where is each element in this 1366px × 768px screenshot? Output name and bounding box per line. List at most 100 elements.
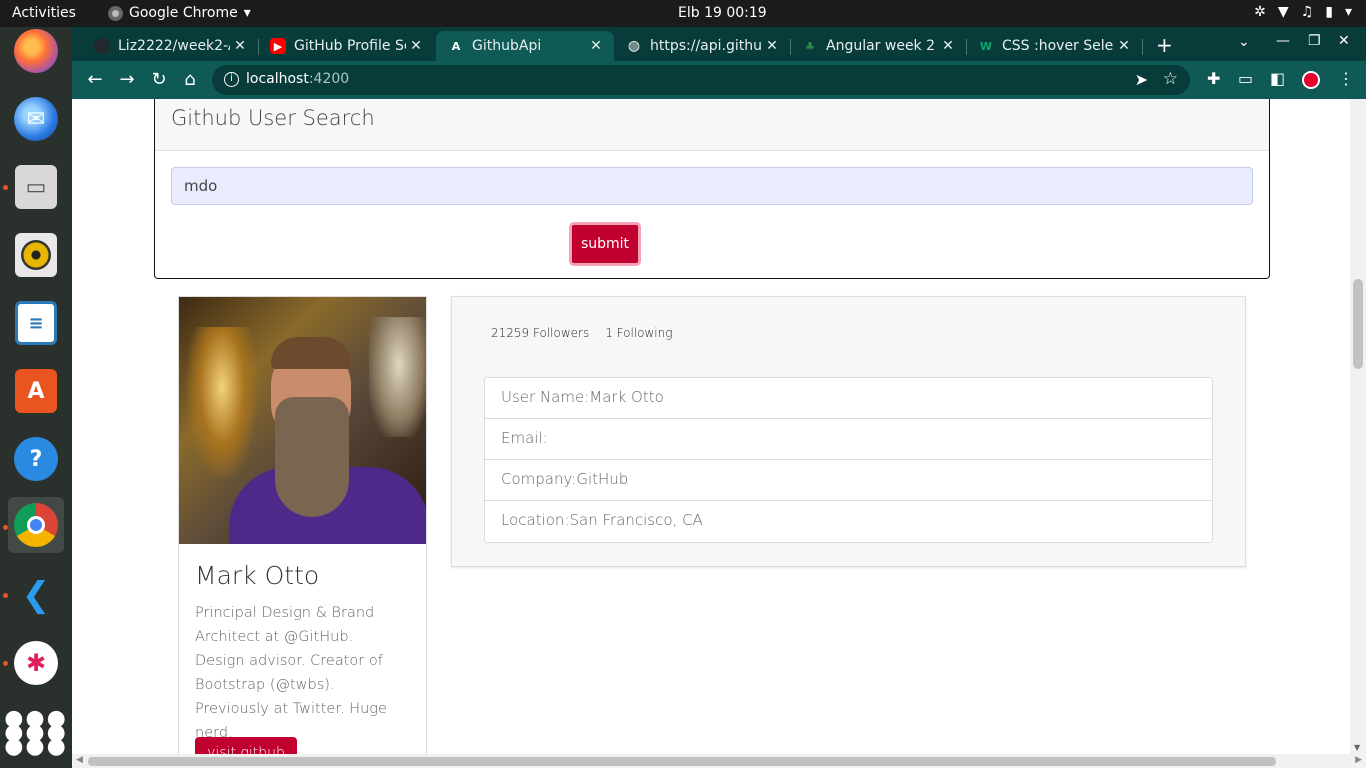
- back-icon[interactable]: ←: [84, 69, 106, 90]
- profile-avatar[interactable]: [1302, 71, 1320, 89]
- dock-show-apps[interactable]: ●●● ●●● ●●●: [4, 705, 66, 761]
- tab-search-chevron-icon[interactable]: ⌄: [1238, 34, 1250, 50]
- dock-chrome[interactable]: [8, 497, 64, 553]
- tab-week2[interactable]: Liz2222/week2-A ✕: [82, 31, 258, 61]
- profile-bio: Principal Design & Brand Architect at @G…: [195, 605, 387, 741]
- dock-thunderbird[interactable]: ✉: [8, 91, 64, 147]
- info-location: Location:San Francisco, CA: [501, 511, 703, 529]
- volume-icon: ♫: [1300, 4, 1314, 20]
- cast-icon[interactable]: ▭: [1238, 69, 1253, 88]
- username-search-input[interactable]: [171, 167, 1253, 205]
- new-tab-button[interactable]: +: [1156, 33, 1173, 57]
- app-menu[interactable]: Google Chrome ▾: [108, 5, 251, 21]
- clock[interactable]: Elb 19 00:19: [678, 5, 767, 21]
- dock-slack[interactable]: ✱: [8, 635, 64, 691]
- home-icon[interactable]: ⌂: [179, 69, 201, 90]
- dock-vscode[interactable]: ❮: [8, 567, 64, 623]
- avatar-bg-light: [187, 327, 257, 477]
- help-icon: ?: [14, 437, 58, 481]
- info-email: Email:: [485, 419, 1212, 460]
- forward-icon[interactable]: →: [116, 69, 138, 90]
- chevron-down-icon: ▾: [243, 5, 251, 21]
- system-top-bar: Activities Google Chrome ▾ Elb 19 00:19 …: [0, 0, 1366, 27]
- tree-icon: ♣: [805, 39, 815, 53]
- youtube-icon: ▶: [270, 38, 286, 54]
- tab-api-github[interactable]: ◍ https://api.githu ✕: [614, 31, 790, 61]
- following-count: 1 Following: [605, 326, 673, 340]
- chrome-icon: [14, 503, 58, 547]
- extensions-icon[interactable]: ✚: [1207, 69, 1220, 88]
- avatar-hair: [271, 337, 351, 369]
- tab-title: https://api.githu: [650, 38, 762, 54]
- scroll-down-arrow-icon[interactable]: ▼: [1354, 743, 1360, 752]
- avatar-beard: [275, 397, 349, 517]
- thunderbird-icon: ✉: [14, 97, 58, 141]
- system-tray[interactable]: ✲ ▼ ♫ ▮ ▾: [1254, 4, 1352, 20]
- scroll-left-arrow-icon[interactable]: ◀: [76, 755, 83, 765]
- scroll-right-arrow-icon[interactable]: ▶: [1355, 755, 1362, 765]
- maximize-icon[interactable]: ❐: [1308, 33, 1321, 49]
- horizontal-scrollbar[interactable]: ◀ ▶: [72, 754, 1366, 768]
- github-icon: [94, 38, 110, 54]
- url-port: :4200: [308, 71, 350, 87]
- address-bar[interactable]: i localhost:4200 ➤ ☆: [212, 65, 1190, 95]
- close-icon[interactable]: ✕: [586, 38, 606, 54]
- site-info-icon[interactable]: i: [224, 72, 239, 87]
- close-icon[interactable]: ✕: [762, 38, 782, 54]
- close-icon[interactable]: ✕: [1114, 38, 1134, 54]
- wifi-icon: ▼: [1277, 4, 1289, 20]
- network-icon: ✲: [1254, 4, 1266, 20]
- user-info-list: User Name:Mark Otto Email: Company:GitHu…: [484, 377, 1213, 543]
- globe-icon: ◍: [627, 38, 641, 54]
- search-card: Github User Search submit: [154, 99, 1270, 279]
- details-card: 21259 Followers 1 Following User Name:Ma…: [451, 296, 1246, 567]
- tab-separator: [1142, 39, 1143, 55]
- close-icon[interactable]: ✕: [406, 38, 426, 54]
- tab-css-hover[interactable]: W CSS :hover Select ✕: [966, 31, 1142, 61]
- menu-kebab-icon[interactable]: ⋮: [1338, 69, 1354, 88]
- browser-window: Liz2222/week2-A ✕ ▶ GitHub Profile Se ✕ …: [72, 27, 1366, 768]
- tab-github-profile[interactable]: ▶ GitHub Profile Se ✕: [258, 31, 434, 61]
- w3schools-icon: W: [979, 39, 993, 53]
- chrome-small-icon: [108, 5, 123, 21]
- dock: ✉ ▭ ≡ A ? ❮ ✱ ●●● ●●● ●●●: [0, 27, 72, 768]
- dock-software[interactable]: A: [8, 363, 64, 419]
- user-avatar: [179, 297, 426, 544]
- close-icon[interactable]: ✕: [938, 38, 958, 54]
- tab-title: Liz2222/week2-A: [118, 38, 230, 54]
- app-menu-label: Google Chrome: [129, 5, 238, 21]
- scrollbar-thumb[interactable]: [1353, 279, 1363, 369]
- software-icon: A: [15, 369, 57, 413]
- battery-icon: ▮: [1325, 4, 1333, 20]
- dock-writer[interactable]: ≡: [8, 295, 64, 351]
- firefox-icon: [14, 29, 58, 73]
- submit-button[interactable]: submit: [569, 222, 641, 266]
- info-company: Company:GitHub: [485, 460, 1212, 501]
- page-viewport: Github User Search submit Mark Otto Prin…: [72, 99, 1366, 768]
- search-card-title: Github User Search: [155, 99, 1269, 151]
- minimize-icon[interactable]: —: [1276, 33, 1290, 49]
- writer-icon: ≡: [15, 301, 57, 345]
- tab-githubapi[interactable]: A GithubApi ✕: [436, 31, 614, 61]
- close-icon[interactable]: ✕: [230, 38, 250, 54]
- browser-toolbar: ← → ↻ ⌂ i localhost:4200 ➤ ☆ ✚ ▭ ◧ ⋮: [72, 61, 1366, 99]
- avatar-bg-light: [369, 317, 426, 437]
- dock-rhythmbox[interactable]: [8, 227, 64, 283]
- window-close-icon[interactable]: ✕: [1338, 33, 1350, 49]
- app-grid-icon: ●●● ●●● ●●●: [4, 706, 68, 759]
- vscode-icon: ❮: [21, 575, 51, 615]
- send-tab-icon[interactable]: ➤: [1135, 70, 1148, 89]
- rhythmbox-icon: [15, 233, 57, 277]
- tab-angular-week2[interactable]: ♣ Angular week 2 P ✕: [790, 31, 966, 61]
- reload-icon[interactable]: ↻: [148, 69, 170, 90]
- activities-button[interactable]: Activities: [12, 5, 76, 21]
- vertical-scrollbar[interactable]: ▼: [1350, 99, 1366, 754]
- dock-help[interactable]: ?: [8, 431, 64, 487]
- dock-files[interactable]: ▭: [8, 159, 64, 215]
- dock-firefox[interactable]: [8, 23, 64, 79]
- side-panel-icon[interactable]: ◧: [1270, 69, 1285, 88]
- bookmark-star-icon[interactable]: ☆: [1163, 69, 1178, 89]
- info-username: User Name:Mark Otto: [485, 378, 1212, 419]
- angular-icon: A: [451, 39, 461, 53]
- scrollbar-thumb[interactable]: [88, 757, 1276, 766]
